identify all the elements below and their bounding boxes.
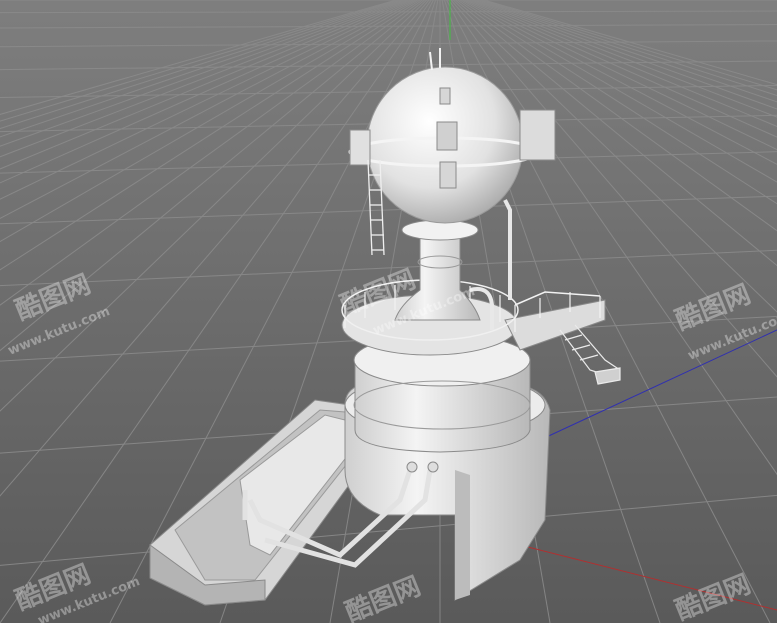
3d-viewport[interactable]: 酷图网 www.kutu.com 酷图网 www.kutu.com 酷图网 ww… bbox=[0, 0, 777, 623]
